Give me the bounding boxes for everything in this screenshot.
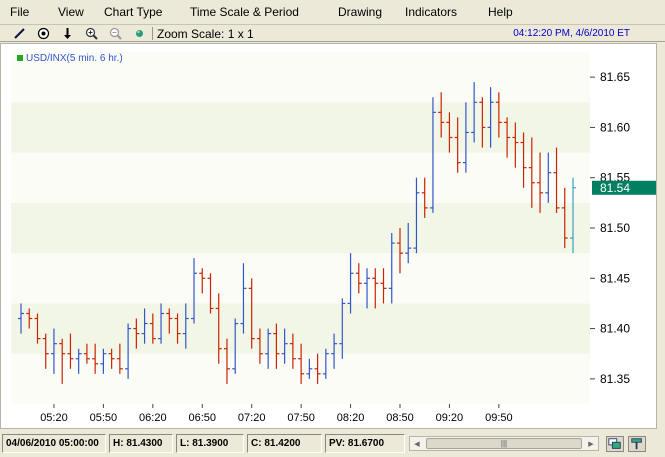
y-tick-label: 81.40 [600, 322, 630, 336]
x-tick-label: 07:20 [238, 412, 266, 424]
x-tick-label: 09:50 [485, 412, 513, 424]
chart-band [11, 253, 590, 304]
legend-label: USD/INX(5 min. 6 hr.) [26, 53, 123, 64]
menu-view[interactable]: View [58, 5, 84, 19]
zoom-scale-label: Zoom Scale: 1 x 1 [157, 27, 254, 41]
status-high: H: 81.4300 [109, 434, 173, 453]
y-tick-label: 81.65 [600, 70, 630, 84]
menu-help[interactable]: Help [488, 5, 513, 19]
menu-indicators[interactable]: Indicators [405, 5, 457, 19]
x-tick-label: 09:20 [436, 412, 464, 424]
x-tick-label: 08:20 [337, 412, 365, 424]
horizontal-scrollbar[interactable]: ◀ ||| ▶ [409, 436, 599, 451]
menu-file[interactable]: File [10, 5, 29, 19]
legend-swatch [17, 55, 23, 61]
status-date: 04/06/2010 05:00:00 [2, 434, 106, 453]
x-tick-label: 05:20 [40, 412, 68, 424]
status-close: C: 81.4200 [247, 434, 322, 453]
scroll-left-icon[interactable]: ◀ [410, 437, 424, 450]
status-low: L: 81.3900 [176, 434, 244, 453]
scrollbar-thumb[interactable]: ||| [426, 438, 582, 449]
price-chart[interactable]: 81.3581.4081.4581.5081.5581.6081.6505:20… [0, 43, 657, 429]
y-tick-label: 81.60 [600, 120, 630, 134]
chart-band [11, 102, 590, 153]
chart-band [11, 353, 590, 404]
line-draw-icon[interactable] [12, 26, 26, 40]
y-tick-label: 81.45 [600, 271, 630, 285]
scroll-right-icon[interactable]: ▶ [584, 437, 598, 450]
status-bar: 04/06/2010 05:00:00 H: 81.4300 L: 81.390… [0, 432, 665, 457]
toolbar: Zoom Scale: 1 x 1 04:12:20 PM, 4/6/2010 … [0, 24, 665, 42]
menu-bar: File View Chart Type Time Scale & Period… [0, 0, 665, 24]
arrow-down-icon[interactable] [60, 26, 74, 40]
last-price-label: 81.54 [600, 181, 630, 195]
menu-drawing[interactable]: Drawing [338, 5, 382, 19]
zoom-in-icon[interactable] [84, 26, 98, 40]
x-tick-label: 07:50 [287, 412, 315, 424]
zoom-out-icon[interactable] [108, 26, 122, 40]
menu-time-scale-period[interactable]: Time Scale & Period [190, 5, 299, 19]
crosshair-icon[interactable] [36, 26, 50, 40]
status-pv: PV: 81.6700 [325, 434, 405, 453]
y-tick-label: 81.50 [600, 221, 630, 235]
y-tick-label: 81.35 [600, 372, 630, 386]
chart-band [11, 303, 590, 354]
chart-band [11, 202, 590, 254]
x-tick-label: 05:50 [90, 412, 118, 424]
x-tick-label: 06:20 [139, 412, 167, 424]
refresh-icon[interactable] [132, 26, 146, 40]
chart-settings-icon[interactable] [628, 436, 646, 452]
chart-band [11, 152, 590, 203]
x-tick-label: 08:50 [386, 412, 414, 424]
menu-chart-type[interactable]: Chart Type [104, 5, 162, 19]
timestamp-clock: 04:12:20 PM, 4/6/2010 ET [513, 28, 630, 39]
window-tile-icon[interactable] [606, 436, 624, 452]
x-tick-label: 06:50 [188, 412, 216, 424]
toolbar-separator [152, 27, 153, 40]
